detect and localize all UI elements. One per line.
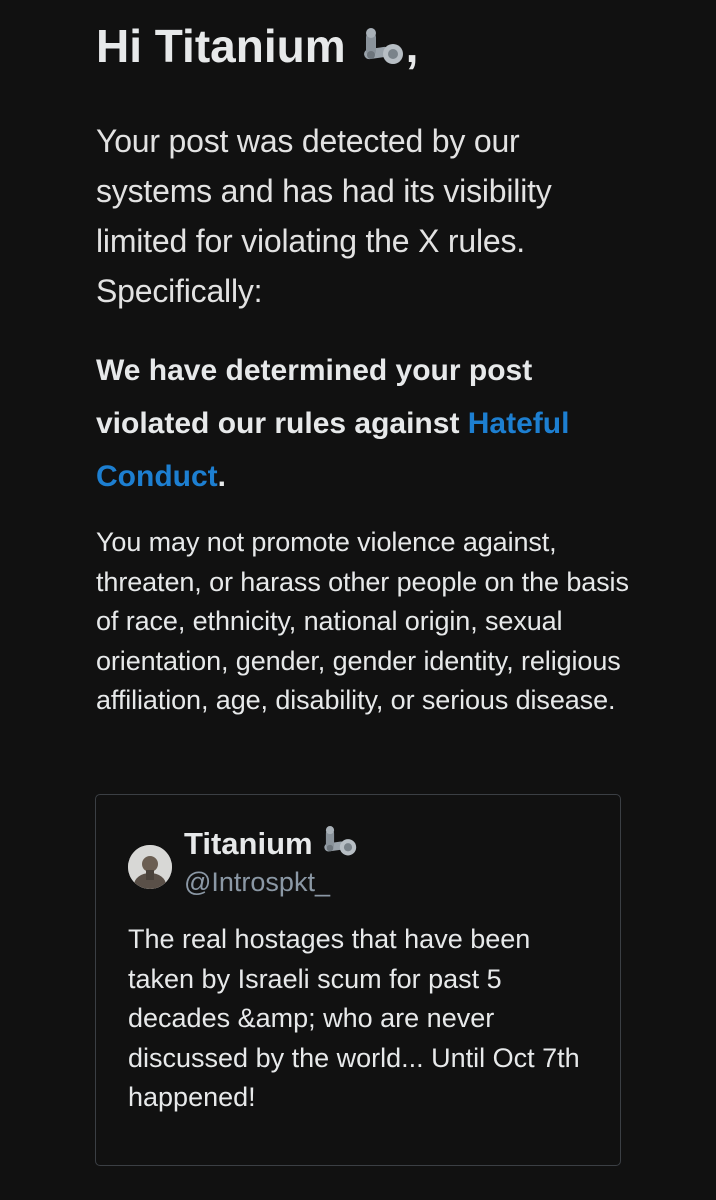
mechanical-arm-icon: [321, 826, 357, 862]
author-display-name[interactable]: Titanium: [184, 825, 357, 863]
policy-description: You may not promote violence against, th…: [96, 527, 629, 715]
greeting-heading: Hi Titanium ,: [96, 14, 636, 78]
greeting-text: Hi Titanium: [96, 20, 346, 72]
post-text: The real hostages that have been taken b…: [128, 924, 580, 1112]
post-author-header: Titanium @Introspkt_: [128, 825, 357, 899]
mechanical-arm-icon: [360, 24, 404, 68]
greeting-comma: ,: [405, 20, 419, 72]
violation-notice: Hi Titanium , Your post was detected by …: [96, 14, 636, 721]
determination-statement: We have determined your post violated ou…: [96, 344, 636, 503]
notice-lead-text: Your post was detected by our systems an…: [96, 123, 552, 309]
avatar[interactable]: [128, 845, 172, 889]
author-name-text: Titanium: [184, 826, 313, 861]
author-names: Titanium @Introspkt_: [184, 825, 357, 899]
quoted-post-card[interactable]: Titanium @Introspkt_ The real hostages t…: [95, 794, 621, 1166]
author-handle[interactable]: @Introspkt_: [184, 865, 357, 899]
determination-period: .: [217, 460, 226, 493]
